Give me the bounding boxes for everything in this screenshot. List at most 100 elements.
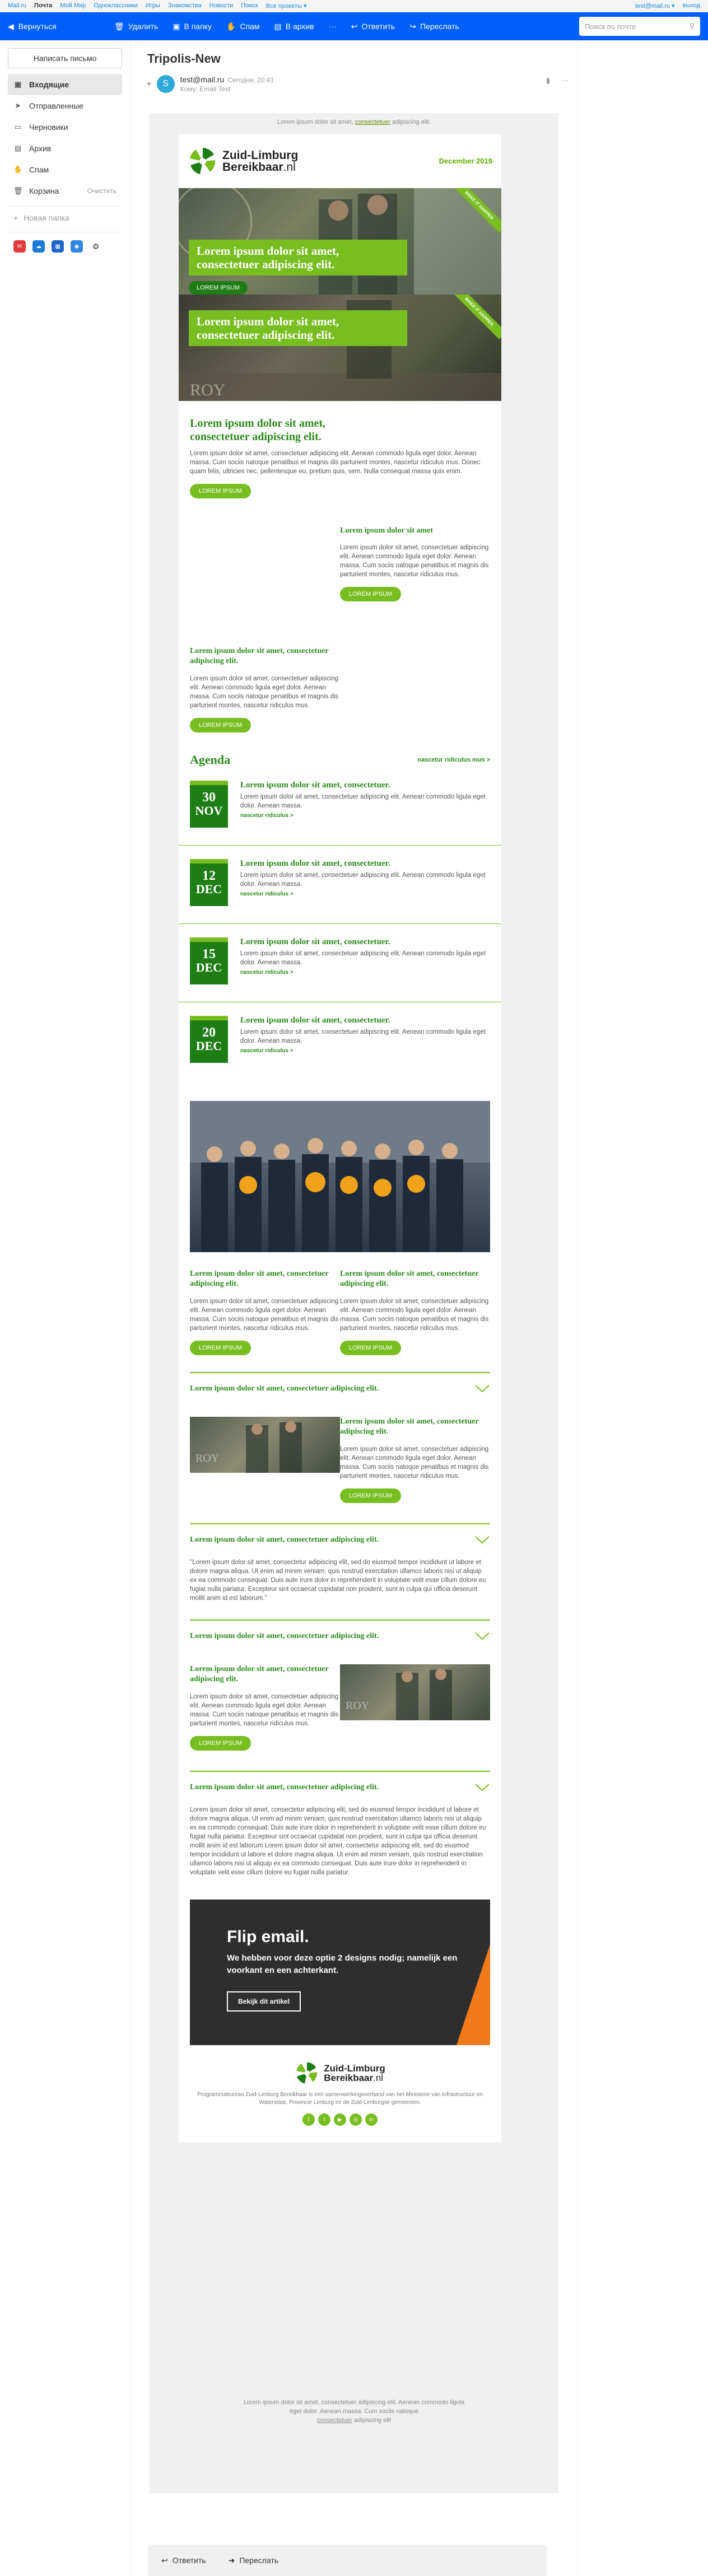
accordion-header[interactable]: Lorem ipsum dolor sit amet, consectetuer… bbox=[190, 1523, 490, 1556]
inbox-icon: ▣ bbox=[14, 80, 22, 88]
portal-link-mailru[interactable]: Mail.ru bbox=[8, 2, 26, 10]
forward-label: Переслать bbox=[420, 22, 459, 31]
block1-button[interactable]: LOREM IPSUM bbox=[340, 587, 402, 601]
calendar-app-icon[interactable]: ✉ bbox=[13, 240, 26, 253]
accordion-header[interactable]: Lorem ipsum dolor sit amet, consectetuer… bbox=[190, 1620, 490, 1652]
logo-line2: Bereikbaar bbox=[222, 160, 283, 174]
twitter-icon[interactable]: t bbox=[318, 2113, 330, 2126]
hero-button[interactable]: LOREM IPSUM bbox=[189, 281, 248, 295]
reply-label: Ответить bbox=[361, 22, 395, 31]
group-photo-illustration bbox=[190, 1101, 490, 1252]
portal-link-all-projects[interactable]: Все проекты ▾ bbox=[266, 2, 307, 10]
agenda-item[interactable]: 30 NOV Lorem ipsum dolor sit amet, consec… bbox=[179, 781, 501, 846]
compose-button[interactable]: Написать письмо bbox=[8, 48, 122, 68]
zuid-limburg-logo[interactable]: Zuid-Limburg Bereikbaar.nl bbox=[188, 146, 298, 176]
agenda-item-link[interactable]: nascetur ridiculus > bbox=[240, 969, 490, 976]
more-icon[interactable]: ··· bbox=[561, 76, 569, 85]
svg-text:ROY: ROY bbox=[195, 1452, 219, 1464]
drafts-icon: ▭ bbox=[14, 123, 22, 131]
forward-button[interactable]: ↪ Переслать bbox=[409, 22, 459, 31]
sidebar-item-trash[interactable]: 🗑 Корзина Очистить bbox=[8, 180, 122, 202]
linkedin-icon[interactable]: in bbox=[365, 2113, 378, 2126]
youtube-icon[interactable]: ▶ bbox=[334, 2113, 346, 2126]
sidebar-item-inbox[interactable]: ▣ Входящие bbox=[8, 74, 122, 95]
search-input[interactable]: Поиск по почте ⚲ bbox=[579, 17, 700, 36]
cloud-app-icon[interactable]: ☁ bbox=[32, 240, 45, 253]
hero-banner-2[interactable]: ROY MAKE IT HAPPEN Lorem ipsum dolor sit… bbox=[179, 295, 501, 401]
bottom-forward-button[interactable]: ➜ Переслать bbox=[229, 2556, 279, 2565]
bookmark-icon[interactable]: ▮ bbox=[546, 76, 550, 85]
move-to-folder-button[interactable]: ▣ В папку bbox=[173, 22, 212, 31]
footer-text: Programmabureau Zuid-Limburg Bereikbaar … bbox=[197, 2092, 483, 2106]
contacts-app-icon[interactable]: ◉ bbox=[71, 240, 83, 253]
more-button[interactable]: ··· bbox=[329, 22, 337, 31]
agenda-item[interactable]: 12 DEC Lorem ipsum dolor sit amet, consec… bbox=[179, 859, 501, 924]
agenda-item[interactable]: 20 DEC Lorem ipsum dolor sit amet, consec… bbox=[179, 1016, 501, 1081]
agenda-item-link[interactable]: nascetur ridiculus > bbox=[240, 813, 490, 819]
agenda-item[interactable]: 15 DEC Lorem ipsum dolor sit amet, consec… bbox=[179, 937, 501, 1002]
accordion-header[interactable]: Lorem ipsum dolor sit amet, consectetuer… bbox=[190, 1372, 490, 1404]
accordion-header[interactable]: Lorem ipsum dolor sit amet, consectetuer… bbox=[190, 1771, 490, 1803]
sidebar-item-drafts[interactable]: ▭ Черновики bbox=[8, 116, 122, 138]
portal-link-mail[interactable]: Почта bbox=[34, 2, 52, 10]
flip-subtitle: We hebben voor deze optie 2 designs nodi… bbox=[227, 1953, 458, 1975]
flip-email-banner: Flip email. We hebben voor deze optie 2 … bbox=[190, 1900, 490, 2045]
block-right-section: Lorem ipsum dolor sit amet Lorem ipsum d… bbox=[179, 498, 501, 601]
user-menu[interactable]: test@mail.ru ▾ bbox=[635, 2, 674, 10]
chevron-down-icon bbox=[475, 1632, 490, 1640]
agenda-item-body: Lorem ipsum dolor sit amet, consectetuer… bbox=[240, 1029, 486, 1044]
archive-button[interactable]: ▤ В архив bbox=[274, 22, 314, 31]
delete-button[interactable]: 🗑 Удалить bbox=[114, 22, 158, 31]
calendar-date-icon: 12 DEC bbox=[190, 859, 228, 906]
portal-link-news[interactable]: Новости bbox=[209, 2, 234, 10]
accordion-button[interactable]: LOREM IPSUM bbox=[190, 1736, 251, 1751]
footer-logo[interactable]: Zuid-Limburg Bereikbaar.nl bbox=[190, 2061, 490, 2085]
sidebar-item-sent[interactable]: ➤ Отправленные bbox=[8, 95, 122, 116]
portal-link-ok[interactable]: Одноклассники bbox=[94, 2, 138, 10]
tasks-app-icon[interactable]: ▦ bbox=[52, 240, 64, 253]
hero-banner-1[interactable]: MAKE IT HAPPEN Lorem ipsum dolor sit ame… bbox=[179, 188, 501, 295]
settings-gear-icon[interactable]: ⚙ bbox=[90, 240, 102, 253]
accordion-block-body: Lorem ipsum dolor sit amet, consectetuer… bbox=[340, 1446, 489, 1480]
bottom-reply-button[interactable]: ↩ Ответить bbox=[161, 2556, 206, 2565]
agenda-day: 20 bbox=[202, 1025, 216, 1040]
spam-button[interactable]: ✋ Спам bbox=[226, 22, 260, 31]
portal-link-dating[interactable]: Знакомства bbox=[168, 2, 202, 10]
preheader-link[interactable]: consectetuer bbox=[355, 119, 390, 125]
agenda-day: 12 bbox=[202, 869, 216, 883]
sidebar-item-spam[interactable]: ✋ Спам bbox=[8, 159, 122, 180]
footer-logo-line1: Zuid-Limburg bbox=[324, 2063, 385, 2074]
agenda-item-link[interactable]: nascetur ridiculus > bbox=[240, 1048, 490, 1054]
new-folder-button[interactable]: + Новая папка bbox=[8, 206, 122, 228]
agenda-item-link[interactable]: nascetur ridiculus > bbox=[240, 891, 490, 897]
newsletter-date: December 2019 bbox=[439, 157, 492, 165]
instagram-icon[interactable]: ◎ bbox=[350, 2113, 362, 2126]
sender-email[interactable]: test@mail.ru bbox=[180, 75, 225, 84]
portal-link-games[interactable]: Игры bbox=[146, 2, 160, 10]
flip-button[interactable]: Bekijk dit artikel bbox=[227, 1991, 301, 2012]
accordion-button[interactable]: LOREM IPSUM bbox=[340, 1488, 402, 1503]
facebook-icon[interactable]: f bbox=[302, 2113, 315, 2126]
agenda-day: 30 bbox=[202, 790, 216, 805]
accordion-block-title: Lorem ipsum dolor sit amet, consectetuer… bbox=[340, 1417, 479, 1436]
svg-text:ROY: ROY bbox=[346, 1700, 369, 1712]
reply-button[interactable]: ↩ Ответить bbox=[351, 22, 395, 31]
sidebar-item-archive[interactable]: ▤ Архив bbox=[8, 138, 122, 159]
col2-button[interactable]: LOREM IPSUM bbox=[340, 1341, 402, 1355]
expand-arrow-icon[interactable]: ▾ bbox=[147, 80, 151, 88]
col1-button[interactable]: LOREM IPSUM bbox=[190, 1341, 251, 1355]
agenda-title: Agenda bbox=[190, 753, 231, 767]
block2-button[interactable]: LOREM IPSUM bbox=[190, 718, 251, 732]
hero-title: Lorem ipsum dolor sit amet, consectetuer… bbox=[189, 240, 407, 276]
agenda-link[interactable]: nascetur ridiculus mus > bbox=[417, 757, 490, 763]
logo-mark-icon bbox=[189, 147, 217, 175]
logout-link[interactable]: выход bbox=[683, 2, 700, 10]
portal-link-search[interactable]: Поиск bbox=[241, 2, 258, 10]
empty-trash-link[interactable]: Очистить bbox=[87, 187, 117, 195]
post-footer-link[interactable]: consectetuer bbox=[317, 2417, 352, 2424]
portal-link-myworld[interactable]: Мой Мир bbox=[60, 2, 86, 10]
back-button[interactable]: ◀ Вернуться bbox=[8, 22, 114, 31]
footer-logo-suffix: .nl bbox=[373, 2073, 384, 2083]
intro-button[interactable]: LOREM IPSUM bbox=[190, 484, 251, 498]
accordion-3: Lorem ipsum dolor sit amet, consectetuer… bbox=[190, 1620, 490, 1751]
